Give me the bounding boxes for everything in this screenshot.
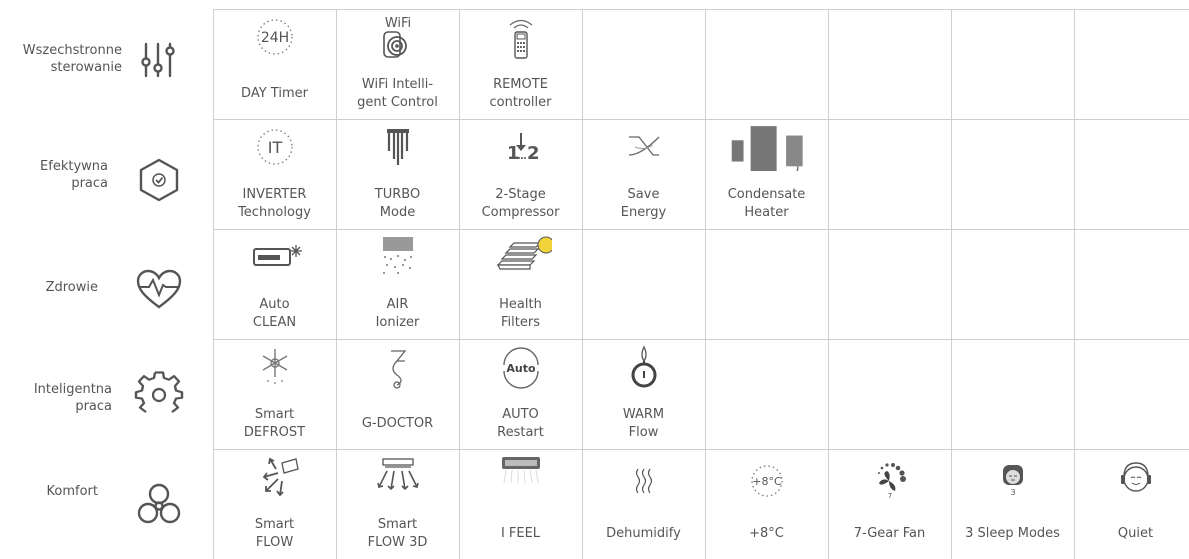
ionizer-icon — [383, 237, 413, 274]
feature-auto-clean: Auto CLEAN — [213, 229, 336, 339]
auto-restart-icon: Auto — [503, 347, 539, 389]
timer-24h-icon: 24H — [257, 19, 293, 55]
dehumidify-icon — [635, 468, 653, 494]
category-label-comfort: Komfort — [46, 484, 98, 499]
feature-warm-flow: WARM Flow — [582, 339, 705, 449]
quiet-icon — [1121, 462, 1151, 492]
feature-quiet: Quiet — [1074, 449, 1189, 559]
i-feel-icon — [502, 457, 540, 484]
feature-turbo: TURBO Mode — [336, 119, 459, 229]
filters-icon — [496, 236, 552, 270]
feature-2-stage-compressor: 1 2 2-Stage Compressor — [459, 119, 582, 229]
remote-icon — [509, 19, 533, 59]
feature-smart-flow: Smart FLOW — [213, 449, 336, 559]
svg-text:3: 3 — [1010, 488, 1015, 497]
save-energy-icon — [628, 136, 660, 156]
category-label-health: Zdrowie — [45, 280, 98, 295]
stethoscope-icon — [391, 350, 407, 389]
smart-flow-icon — [262, 457, 299, 497]
feature-condensate-heater: Condensate Heater — [705, 119, 828, 229]
smart-flow-3d-icon — [377, 458, 419, 491]
svg-text:IT: IT — [268, 138, 283, 157]
fan-icon — [137, 483, 181, 524]
sliders-icon — [141, 42, 175, 78]
thermometer-8c-icon: +8°C — [751, 465, 783, 497]
feature-auto-restart: Auto AUTO Restart — [459, 339, 582, 449]
category-label-intelligent: Inteligentna praca — [33, 382, 112, 414]
gear-icon — [134, 371, 184, 413]
compressor-icon: 1 2 — [507, 133, 540, 164]
feature-7-gear-fan: 7 7-Gear Fan — [828, 449, 951, 559]
feature-plus-8c: +8°C +8°C — [705, 449, 828, 559]
inverter-icon: IT — [257, 129, 293, 165]
wifi-icon: WiFi — [383, 16, 411, 58]
feature-i-feel: I FEEL — [459, 449, 582, 559]
svg-text:WiFi: WiFi — [385, 16, 411, 31]
feature-day-timer: 24H DAY Timer — [213, 9, 336, 119]
category-label-controls: Wszechstronne sterowanie — [22, 43, 122, 75]
auto-clean-icon — [253, 245, 302, 266]
fan-speed-icon: 7 — [878, 463, 906, 499]
feature-g-doctor: G-DOCTOR — [336, 339, 459, 449]
defrost-icon — [262, 349, 288, 384]
feature-health-filters: Health Filters — [459, 229, 582, 339]
feature-3-sleep-modes: 3 3 Sleep Modes — [951, 449, 1074, 559]
feature-wifi-control: WiFi WiFi Intelli-gent Control — [357, 16, 438, 110]
feature-inverter: IT INVERTER Technology — [213, 119, 336, 229]
feature-dehumidify: Dehumidify — [582, 449, 705, 559]
sleep-icon: 3 — [1003, 465, 1023, 497]
feature-grid: 24H DAY Timer WiFi WiFi Intelli-gent Con… — [213, 9, 1189, 559]
svg-text:+8°C: +8°C — [752, 475, 782, 488]
heartbeat-icon — [136, 269, 182, 309]
feature-save-energy: Save Energy — [582, 119, 705, 229]
feature-remote-controller: REMOTE controller — [459, 9, 582, 119]
turbo-icon — [387, 129, 409, 165]
category-label-efficiency: Efektywna praca — [40, 159, 108, 191]
feature-smart-flow-3d: Smart FLOW 3D — [336, 449, 459, 559]
svg-text:2: 2 — [527, 143, 540, 164]
check-shield-icon — [139, 158, 179, 202]
svg-text:Auto: Auto — [506, 362, 536, 375]
feature-smart-defrost: Smart DEFROST — [213, 339, 336, 449]
svg-text:7: 7 — [888, 492, 892, 499]
heater-icon — [731, 126, 803, 171]
feature-air-ionizer: AIR Ionizer — [336, 229, 459, 339]
warm-flow-icon — [631, 345, 657, 388]
svg-text:24H: 24H — [261, 30, 289, 46]
